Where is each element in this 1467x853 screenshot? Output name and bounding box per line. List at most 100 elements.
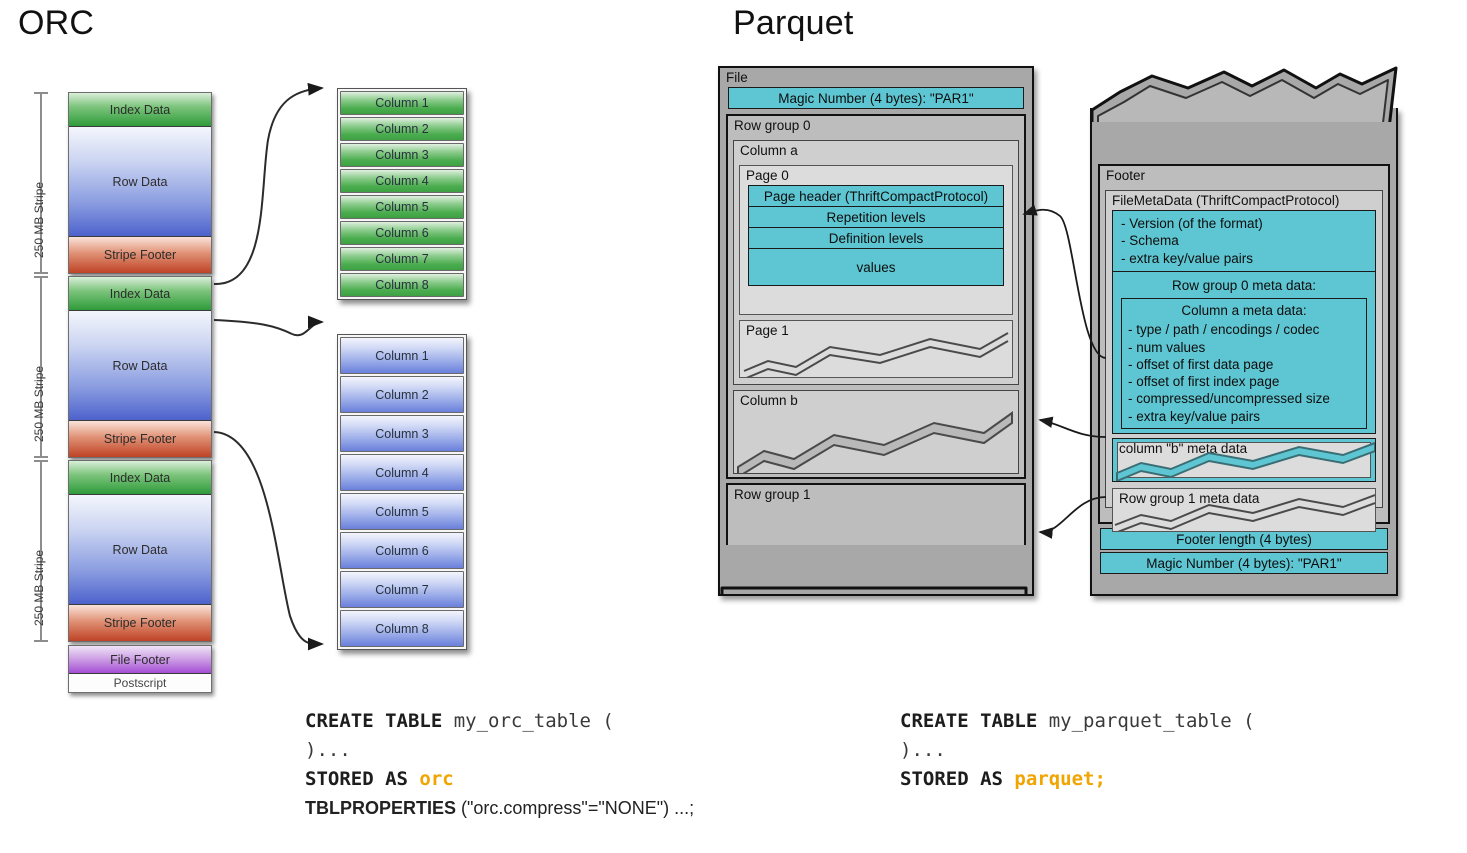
orc-create-table-snippet: CREATE TABLE my_orc_table ( )... STORED … xyxy=(305,678,694,822)
orc-band-index-data: Index Data xyxy=(69,277,211,311)
column-a-meta-item: - num values xyxy=(1128,339,1206,355)
parquet-filemetadata-label: FileMetaData (ThriftCompactProtocol) xyxy=(1112,193,1340,208)
orc-band-index-data: Index Data xyxy=(69,461,211,495)
orc-column-cell: Column 5 xyxy=(340,493,464,530)
orc-column-cell: Column 2 xyxy=(340,117,464,141)
parquet-code-format-literal: parquet; xyxy=(1014,767,1106,790)
orc-column-stack-blue: Column 1 Column 2 Column 3 Column 4 Colu… xyxy=(337,334,467,650)
parquet-page-1: Page 1 xyxy=(739,320,1013,378)
orc-column-cell: Column 6 xyxy=(340,532,464,569)
orc-code-keyword-tblproperties: TBLPROPERTIES xyxy=(305,797,457,818)
parquet-repetition-levels: Repetition levels xyxy=(748,207,1004,228)
orc-column-cell: Column 7 xyxy=(340,247,464,271)
parquet-file-panel: File Magic Number (4 bytes): "PAR1" Row … xyxy=(718,66,1034,596)
parquet-filemetadata-items: - Version (of the format) - Schema - ext… xyxy=(1112,210,1376,272)
orc-code-format-literal: orc xyxy=(419,767,454,790)
parquet-definition-levels: Definition levels xyxy=(748,228,1004,249)
orc-band-row-data: Row Data xyxy=(69,495,211,605)
parquet-magic-number-bottom: Magic Number (4 bytes): "PAR1" xyxy=(1100,552,1388,574)
parquet-row-group-1: Row group 1 xyxy=(726,483,1026,545)
column-a-meta-item: - offset of first data page xyxy=(1128,356,1274,372)
parquet-create-table-snippet: CREATE TABLE my_parquet_table ( )... STO… xyxy=(900,678,1255,794)
arrow-stripe-to-blue-columns-a xyxy=(213,319,293,335)
orc-band-index-data: Index Data xyxy=(69,93,211,127)
orc-column-cell: Column 8 xyxy=(340,273,464,297)
orc-code-keyword-create: CREATE TABLE xyxy=(305,709,443,732)
parquet-row-group-0-meta: Row group 0 meta data: Column a meta dat… xyxy=(1112,271,1376,434)
parquet-footer-panel: Footer FileMetaData (ThriftCompactProtoc… xyxy=(1090,108,1398,596)
orc-band-row-data: Row Data xyxy=(69,311,211,421)
orc-section-title: ORC xyxy=(18,4,95,42)
orc-stripe-3: Index Data Row Data Stripe Footer xyxy=(68,460,212,642)
orc-code-tblproperties-args: ("orc.compress"="NONE") ...; xyxy=(456,797,695,818)
stripe-ruler-label-3: 250 MB Stripe xyxy=(32,549,46,626)
parquet-section-title: Parquet xyxy=(733,4,854,42)
parquet-column-a: Column a Page 0 Page header (ThriftCompa… xyxy=(733,140,1019,385)
orc-column-cell: Column 4 xyxy=(340,169,464,193)
parquet-column-b: Column b xyxy=(733,390,1019,474)
orc-code-table-name: my_orc_table ( xyxy=(442,709,614,732)
arrow-stripe-to-blue-columns-b xyxy=(291,315,324,337)
orc-column-cell: Column 3 xyxy=(340,415,464,452)
orc-band-stripe-footer: Stripe Footer xyxy=(69,421,211,457)
orc-stripe-1: Index Data Row Data Stripe Footer xyxy=(68,92,212,274)
column-a-meta-item: - extra key/value pairs xyxy=(1128,408,1261,424)
orc-column-cell: Column 1 xyxy=(340,91,464,115)
orc-column-cell: Column 5 xyxy=(340,195,464,219)
column-a-meta-item: - type / path / encodings / codec xyxy=(1128,322,1320,338)
parquet-code-table-name: my_parquet_table ( xyxy=(1037,709,1255,732)
file-panel-torn-bottom-icon xyxy=(720,586,1028,594)
orc-column-cell: Column 4 xyxy=(340,454,464,491)
parquet-values: values xyxy=(748,249,1004,286)
filemetadata-item: - Version (of the format) xyxy=(1121,216,1263,231)
orc-column-cell: Column 2 xyxy=(340,376,464,413)
parquet-filemetadata: FileMetaData (ThriftCompactProtocol) - V… xyxy=(1105,190,1383,532)
orc-column-stack-green: Column 1 Column 2 Column 3 Column 4 Colu… xyxy=(337,88,467,300)
orc-column-cell: Column 7 xyxy=(340,571,464,608)
row-group-1-meta-torn-icon xyxy=(1114,493,1375,531)
stripe-ruler-label-2: 250 MB Stripe xyxy=(32,365,46,442)
parquet-column-a-meta: Column a meta data: - type / path / enco… xyxy=(1121,298,1367,429)
parquet-footer-label: Footer xyxy=(1106,168,1146,183)
orc-column-cell: Column 8 xyxy=(340,610,464,647)
orc-band-postscript: Postscript xyxy=(69,674,211,692)
orc-code-line2: )... xyxy=(305,738,351,761)
parquet-file-label: File xyxy=(726,70,748,85)
orc-code-keyword-stored-as: STORED AS xyxy=(305,767,408,790)
footer-panel-torn-top-icon xyxy=(1090,66,1398,122)
parquet-page-0: Page 0 Page header (ThriftCompactProtoco… xyxy=(739,165,1013,315)
parquet-magic-number-top: Magic Number (4 bytes): "PAR1" xyxy=(728,87,1024,109)
row-group-0-meta-label: Row group 0 meta data: xyxy=(1171,277,1317,293)
parquet-code-line2: )... xyxy=(900,738,946,761)
parquet-row-group-0-label: Row group 0 xyxy=(734,118,811,133)
orc-band-file-footer: File Footer xyxy=(69,646,211,674)
orc-column-cell: Column 6 xyxy=(340,221,464,245)
arrow-stripe3-to-blue-columns xyxy=(213,431,324,651)
orc-stripe-2: Index Data Row Data Stripe Footer xyxy=(68,276,212,458)
filemetadata-item: - extra key/value pairs xyxy=(1121,250,1254,266)
column-a-meta-item: - compressed/uncompressed size xyxy=(1128,391,1330,407)
parquet-column-b-meta: column "b" meta data xyxy=(1112,437,1376,482)
orc-file-tail: File Footer Postscript xyxy=(68,645,212,693)
column-a-meta-label: Column a meta data: xyxy=(1181,303,1307,319)
parquet-row-group-1-label: Row group 1 xyxy=(734,487,811,502)
orc-band-stripe-footer: Stripe Footer xyxy=(69,605,211,641)
parquet-code-keyword-stored-as: STORED AS xyxy=(900,767,1003,790)
parquet-code-keyword-create: CREATE TABLE xyxy=(900,709,1038,732)
page-1-torn-edge-icon xyxy=(743,332,1009,377)
parquet-page-0-label: Page 0 xyxy=(746,168,789,183)
orc-column-cell: Column 1 xyxy=(340,337,464,374)
column-b-torn-edge-icon xyxy=(737,411,1013,473)
parquet-row-group-1-meta: Row group 1 meta data xyxy=(1112,487,1376,532)
filemetadata-item: - Schema xyxy=(1121,233,1179,249)
parquet-footer-inner: Footer FileMetaData (ThriftCompactProtoc… xyxy=(1098,164,1390,532)
stripe-ruler-label-1: 250 MB Stripe xyxy=(32,181,46,258)
column-b-meta-torn-icon xyxy=(1116,441,1375,481)
parquet-column-a-label: Column a xyxy=(740,143,798,158)
orc-band-row-data: Row Data xyxy=(69,127,211,237)
orc-band-stripe-footer: Stripe Footer xyxy=(69,237,211,273)
parquet-row-group-0: Row group 0 Column a Page 0 Page header … xyxy=(726,114,1026,479)
orc-column-cell: Column 3 xyxy=(340,143,464,167)
column-a-meta-item: - offset of first index page xyxy=(1128,374,1280,390)
parquet-page-header: Page header (ThriftCompactProtocol) xyxy=(748,185,1004,207)
